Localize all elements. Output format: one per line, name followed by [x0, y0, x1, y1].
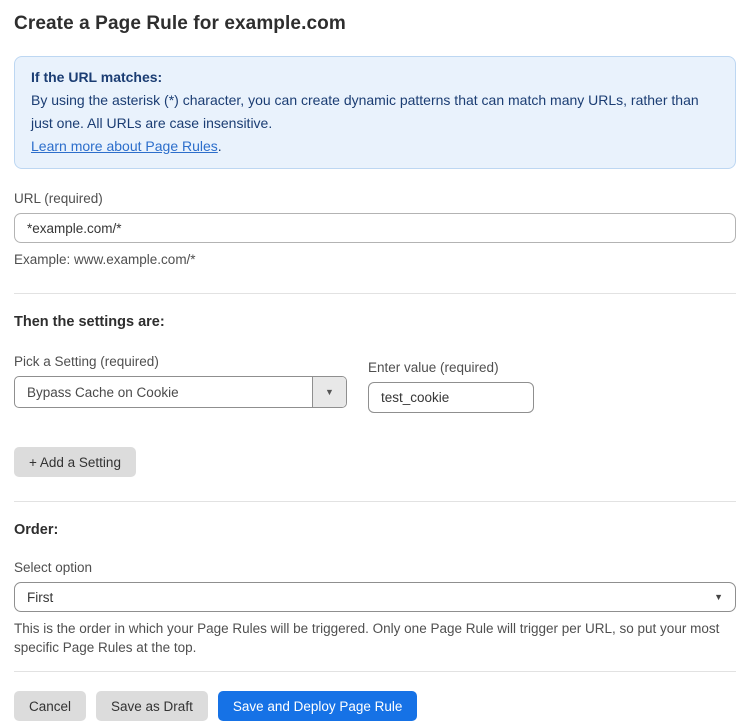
save-and-deploy-button[interactable]: Save and Deploy Page Rule [218, 691, 418, 721]
pick-setting-label: Pick a Setting (required) [14, 354, 347, 369]
settings-row: Pick a Setting (required) Bypass Cache o… [14, 354, 736, 413]
settings-heading: Then the settings are: [14, 314, 736, 330]
page-title: Create a Page Rule for example.com [14, 13, 736, 35]
enter-value-label: Enter value (required) [368, 360, 534, 375]
setting-column: Pick a Setting (required) Bypass Cache o… [14, 354, 347, 408]
order-heading: Order: [14, 522, 736, 538]
url-label: URL (required) [14, 191, 736, 206]
value-column: Enter value (required) [368, 360, 534, 413]
url-helper-text: Example: www.example.com/* [14, 250, 736, 269]
caret-down-icon: ▼ [325, 387, 334, 397]
cancel-button[interactable]: Cancel [14, 691, 86, 721]
order-select-value: First [27, 590, 53, 605]
select-option-label: Select option [14, 560, 736, 575]
setting-value-input[interactable] [368, 382, 534, 413]
url-match-info-box: If the URL matches: By using the asteris… [14, 56, 736, 169]
link-period: . [218, 138, 222, 154]
save-as-draft-button[interactable]: Save as Draft [96, 691, 208, 721]
learn-more-link[interactable]: Learn more about Page Rules [31, 138, 218, 154]
order-select[interactable]: First ▼ [14, 582, 736, 612]
info-box-heading: If the URL matches: [31, 66, 719, 89]
add-setting-button[interactable]: + Add a Setting [14, 447, 136, 477]
order-helper-text: This is the order in which your Page Rul… [14, 619, 736, 657]
info-box-body: By using the asterisk (*) character, you… [31, 89, 719, 158]
setting-select-value: Bypass Cache on Cookie [15, 377, 312, 407]
setting-select-dropdown-button[interactable]: ▼ [312, 377, 346, 407]
create-page-rule-panel: Create a Page Rule for example.com If th… [0, 0, 750, 721]
footer-actions: Cancel Save as Draft Save and Deploy Pag… [14, 691, 736, 721]
caret-down-icon: ▼ [714, 592, 723, 602]
divider [14, 501, 736, 502]
divider [14, 671, 736, 672]
info-box-text: By using the asterisk (*) character, you… [31, 92, 699, 131]
divider [14, 293, 736, 294]
url-input[interactable] [14, 213, 736, 243]
setting-select[interactable]: Bypass Cache on Cookie ▼ [14, 376, 347, 408]
